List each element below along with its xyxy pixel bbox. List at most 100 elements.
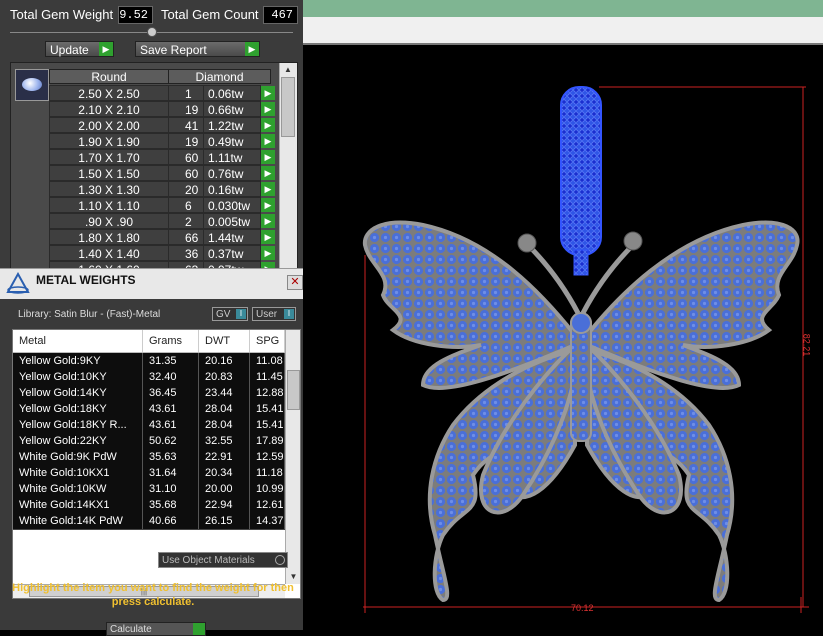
play-arrow-icon[interactable]: ▶ [261, 182, 275, 196]
gv-toggle-label: GV [216, 309, 231, 320]
save-report-button[interactable]: Save Report ▶ [135, 41, 260, 57]
metal-spg: 12.61 [250, 497, 285, 513]
play-arrow-icon[interactable]: ▶ [261, 118, 275, 132]
metal-dwt: 22.94 [199, 497, 250, 513]
user-toggle[interactable]: User I [252, 307, 296, 321]
metal-name: White Gold:14K PdW [13, 513, 143, 529]
gem-count: 19 [168, 133, 204, 149]
metal-table-row[interactable]: White Gold:14K PdW 40.66 26.15 14.37 [13, 513, 285, 530]
metal-grams: 50.62 [143, 433, 199, 449]
close-icon[interactable]: ✕ [287, 275, 303, 290]
update-button[interactable]: Update ▶ [45, 41, 114, 57]
gem-weight: 0.06tw [203, 85, 261, 101]
gem-count: 2 [168, 213, 204, 229]
metal-table-vscroll[interactable]: ▼ [285, 330, 300, 584]
gem-count: 1 [168, 85, 204, 101]
metal-table-row[interactable]: White Gold:14KX1 35.68 22.94 12.61 [13, 497, 285, 514]
radio-circle-icon [275, 555, 285, 565]
round-diamond-icon[interactable] [15, 69, 49, 101]
metal-weights-window: METAL WEIGHTS ✕ Library: Satin Blur - (F… [0, 268, 303, 636]
metal-table-row[interactable]: Yellow Gold:9KY 31.35 20.16 11.08 [13, 353, 285, 370]
header-grams[interactable]: Grams [143, 330, 199, 352]
gem-table-row[interactable]: 1.30 X 1.30 20 0.16tw ▶ [49, 181, 277, 197]
play-arrow-icon[interactable]: ▶ [261, 102, 275, 116]
panel-slider-knob[interactable] [147, 27, 157, 37]
header-metal[interactable]: Metal [13, 330, 143, 352]
metal-grams: 43.61 [143, 417, 199, 433]
metal-table-row[interactable]: Yellow Gold:14KY 36.45 23.44 12.88 [13, 385, 285, 402]
gem-weight: 1.44tw [203, 229, 261, 245]
play-arrow-icon: ▶ [245, 42, 259, 56]
gv-toggle[interactable]: GV I [212, 307, 248, 321]
gem-table-row[interactable]: 2.10 X 2.10 19 0.66tw ▶ [49, 101, 277, 117]
metal-spg: 12.59 [250, 449, 285, 465]
metal-name: Yellow Gold:9KY [13, 353, 143, 369]
metal-table-row[interactable]: Yellow Gold:22KY 50.62 32.55 17.89 [13, 433, 285, 450]
gem-table-row[interactable]: 1.40 X 1.40 36 0.37tw ▶ [49, 245, 277, 261]
gem-table-row[interactable]: 1.90 X 1.90 19 0.49tw ▶ [49, 133, 277, 149]
metal-grams: 35.63 [143, 449, 199, 465]
play-arrow-icon[interactable]: ▶ [261, 198, 275, 212]
dimension-height-label: 82.21 [801, 333, 812, 357]
scroll-thumb[interactable] [281, 77, 295, 137]
gem-table-row[interactable]: 1.50 X 1.50 60 0.76tw ▶ [49, 165, 277, 181]
scroll-thumb[interactable] [287, 370, 300, 410]
gem-table-row[interactable]: 1.70 X 1.70 60 1.11tw ▶ [49, 149, 277, 165]
update-button-label: Update [50, 43, 89, 57]
gem-table-row[interactable]: 1.10 X 1.10 6 0.030tw ▶ [49, 197, 277, 213]
calculate-button[interactable]: Calculate [106, 622, 206, 636]
viewport-3d[interactable] [303, 45, 823, 629]
viewport-titlebar [303, 0, 823, 45]
metal-weights-titlebar[interactable]: METAL WEIGHTS ✕ [0, 269, 303, 299]
metal-table-row[interactable]: Yellow Gold:10KY 32.40 20.83 11.45 [13, 369, 285, 386]
play-arrow-icon[interactable]: ▶ [261, 214, 275, 228]
gem-count: 66 [168, 229, 204, 245]
metal-table-row[interactable]: White Gold:10KX1 31.64 20.34 11.18 [13, 465, 285, 482]
gem-count: 60 [168, 165, 204, 181]
butterfly-body [570, 312, 592, 442]
metal-name: Yellow Gold:22KY [13, 433, 143, 449]
dimension-width-label: 70.12 [571, 603, 594, 613]
metal-table-row[interactable]: White Gold:10KW 31.10 20.00 10.99 [13, 481, 285, 498]
gem-table-scrollbar[interactable]: ▲ [279, 63, 297, 273]
metal-table-row[interactable]: Yellow Gold:18KY 43.61 28.04 15.41 [13, 401, 285, 418]
metal-spg: 11.45 [250, 369, 285, 385]
header-spg[interactable]: SPG [250, 330, 285, 352]
gem-table-row[interactable]: .90 X .90 2 0.005tw ▶ [49, 213, 277, 229]
metal-spg: 15.41 [250, 401, 285, 417]
save-report-button-label: Save Report [140, 43, 207, 57]
metal-table-row[interactable]: White Gold:9K PdW 35.63 22.91 12.59 [13, 449, 285, 466]
matrix-logo-icon [6, 272, 30, 294]
butterfly-pendant-model[interactable] [303, 45, 823, 629]
metal-table-row[interactable]: Yellow Gold:18KY R... 43.61 28.04 15.41 [13, 417, 285, 434]
metal-name: White Gold:14KX1 [13, 497, 143, 513]
play-arrow-icon[interactable]: ▶ [261, 246, 275, 260]
gem-table-header-shape[interactable]: Round [49, 69, 169, 84]
metal-dwt: 28.04 [199, 401, 250, 417]
gem-size: 2.00 X 2.00 [49, 117, 169, 133]
metal-grams: 32.40 [143, 369, 199, 385]
user-toggle-label: User [256, 309, 278, 320]
gem-table-row[interactable]: 2.50 X 2.50 1 0.06tw ▶ [49, 85, 277, 101]
play-arrow-icon[interactable]: ▶ [261, 150, 275, 164]
gem-weight: 0.030tw [203, 197, 261, 213]
gem-table-header-material[interactable]: Diamond [168, 69, 271, 84]
gem-size: 1.10 X 1.10 [49, 197, 169, 213]
gem-weight: 0.66tw [203, 101, 261, 117]
play-arrow-icon[interactable]: ▶ [261, 230, 275, 244]
gem-size: 1.70 X 1.70 [49, 149, 169, 165]
use-object-materials-toggle[interactable]: Use Object Materials [158, 552, 288, 568]
gem-table-row[interactable]: 2.00 X 2.00 41 1.22tw ▶ [49, 117, 277, 133]
play-arrow-icon[interactable]: ▶ [261, 166, 275, 180]
scroll-up-icon[interactable]: ▲ [280, 63, 296, 77]
header-dwt[interactable]: DWT [199, 330, 250, 352]
play-arrow-icon[interactable]: ▶ [261, 134, 275, 148]
play-arrow-icon[interactable]: ▶ [261, 86, 275, 100]
metal-grams: 43.61 [143, 401, 199, 417]
metal-dwt: 26.15 [199, 513, 250, 529]
metal-dwt: 20.34 [199, 465, 250, 481]
metal-spg: 10.99 [250, 481, 285, 497]
metal-name: Yellow Gold:10KY [13, 369, 143, 385]
gem-count: 60 [168, 149, 204, 165]
gem-table-row[interactable]: 1.80 X 1.80 66 1.44tw ▶ [49, 229, 277, 245]
